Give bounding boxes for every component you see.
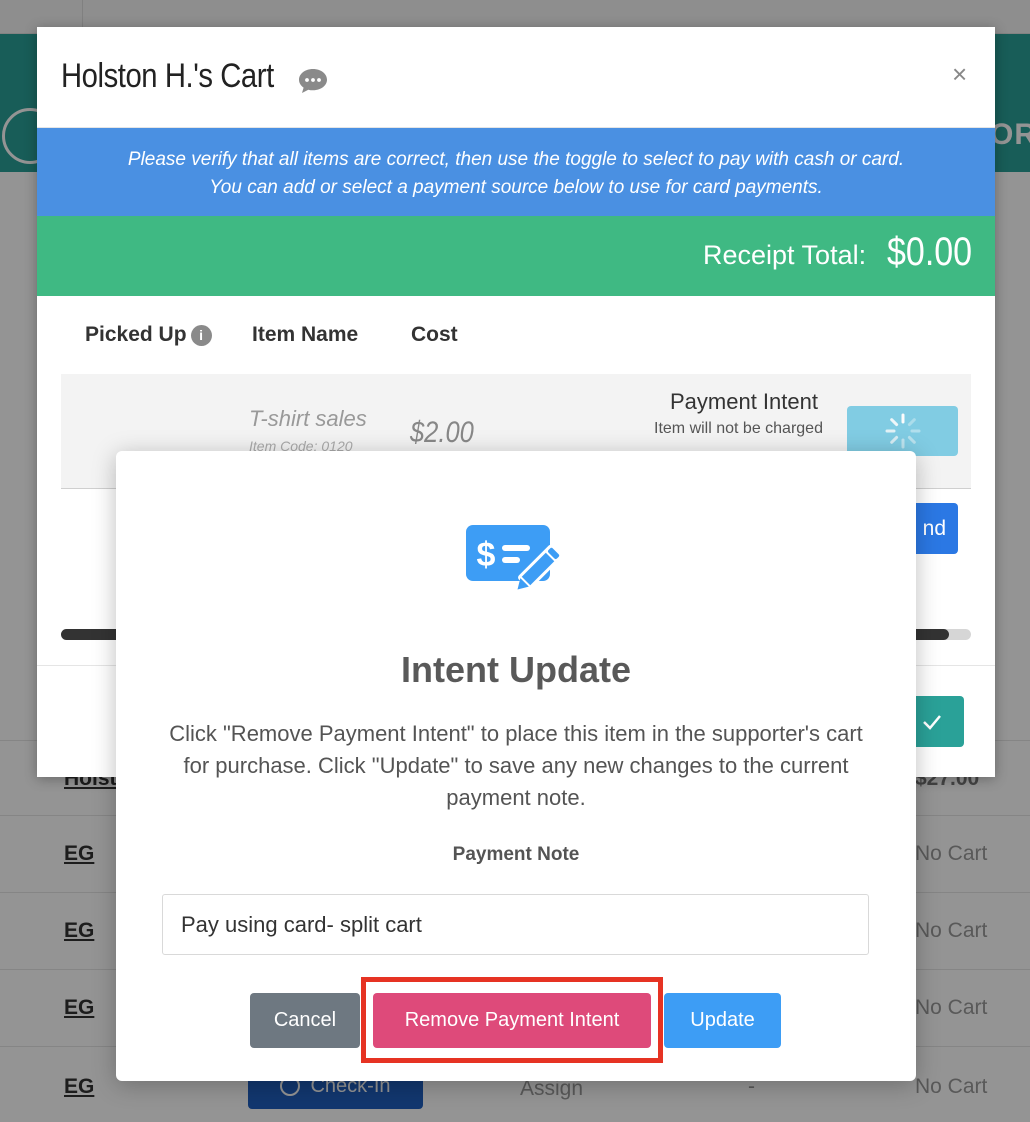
payment-check-edit-icon: $	[466, 525, 563, 590]
spinner-icon	[885, 413, 920, 449]
payment-intent-note: Item will not be charged	[654, 420, 823, 437]
info-icon[interactable]: i	[190, 325, 212, 346]
cancel-button[interactable]: Cancel	[250, 993, 360, 1048]
checkmark-icon	[922, 714, 941, 730]
payment-intent-button[interactable]	[847, 406, 958, 456]
item-name: T-shirt sales	[249, 406, 367, 431]
receipt-total-bar: Receipt Total: $0.00	[37, 216, 995, 296]
payment-note-label: Payment Note	[452, 844, 580, 865]
dialog-message: Click "Remove Payment Intent" to place t…	[169, 721, 863, 810]
highlight-annotation	[361, 977, 663, 1063]
cart-title: Holston H.'s Cart	[61, 57, 274, 95]
column-header-item-name: Item Name	[252, 323, 359, 346]
update-button[interactable]: Update	[664, 993, 781, 1048]
receipt-total-value: $0.00	[887, 230, 973, 274]
instruction-line: Please verify that all items are correct…	[127, 149, 905, 170]
column-header-cost: Cost	[411, 323, 458, 346]
column-label: Picked Up	[85, 323, 187, 346]
svg-text:$: $	[477, 536, 496, 574]
dialog-title: Intent Update	[401, 649, 631, 690]
receipt-total-label: Receipt Total:	[703, 240, 867, 270]
payment-note-input[interactable]	[162, 894, 869, 955]
cart-instructions: Please verify that all items are correct…	[37, 128, 995, 216]
payment-intent-label: Payment Intent	[670, 389, 818, 414]
item-cost: $2.00	[410, 416, 474, 449]
chat-bubble-icon[interactable]	[297, 67, 329, 95]
close-button[interactable]: ×	[952, 61, 967, 87]
cart-modal-header: Holston H.'s Cart ×	[37, 27, 995, 128]
column-header-picked-up: Picked Up i	[85, 323, 212, 347]
instruction-line: You can add or select a payment source b…	[209, 177, 823, 198]
